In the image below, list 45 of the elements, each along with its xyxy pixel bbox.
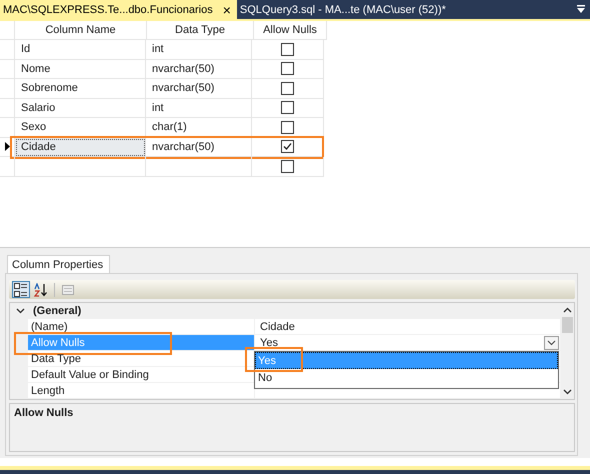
column-header: Column Name — [15, 21, 147, 40]
table-cell[interactable]: Cidade — [15, 138, 146, 157]
table-cell[interactable]: int — [146, 40, 252, 60]
row-header — [0, 21, 15, 40]
scroll-thumb[interactable] — [562, 317, 572, 333]
checkbox[interactable] — [281, 42, 294, 56]
category-label: (General) — [33, 305, 82, 317]
current-row-icon — [4, 142, 10, 152]
checkbox[interactable] — [281, 120, 294, 134]
chevron-icon[interactable] — [16, 308, 25, 314]
table-cell[interactable]: nvarchar(50) — [146, 60, 252, 79]
document-tab[interactable]: SQLQuery3.sql - MA...te (MAC\user (52))* — [236, 0, 452, 19]
table-cell[interactable]: nvarchar(50) — [146, 138, 252, 157]
checkbox[interactable] — [281, 62, 294, 76]
table-cell[interactable]: Salario — [15, 98, 146, 118]
panel-tab[interactable]: Column Properties — [7, 255, 110, 273]
table-cell[interactable]: nvarchar(50) — [146, 79, 252, 98]
checkbox[interactable] — [281, 160, 294, 173]
close-icon[interactable]: × — [222, 2, 231, 18]
table-cell[interactable]: int — [146, 98, 252, 118]
table-cell[interactable]: char(1) — [146, 118, 252, 138]
property-value: Cidade — [260, 320, 295, 332]
document-tab[interactable]: MAC\SQLEXPRESS.Te...dbo.Funcionarios × — [0, 0, 237, 19]
table-cell[interactable]: Nome — [15, 60, 146, 79]
dropdown-icon[interactable] — [576, 5, 586, 14]
checkbox[interactable] — [281, 101, 294, 114]
dropdown-button[interactable] — [544, 336, 559, 350]
scroll-up-icon[interactable] — [562, 307, 572, 313]
dropdown-option[interactable]: No — [255, 369, 558, 386]
scrollbar[interactable] — [560, 303, 574, 399]
categorized-button[interactable] — [12, 281, 30, 298]
table-cell[interactable] — [146, 157, 252, 176]
column-header: Data Type — [147, 21, 254, 40]
checkbox[interactable] — [281, 82, 294, 95]
checkbox[interactable] — [281, 140, 294, 154]
property-value: Yes — [260, 336, 278, 348]
property-name[interactable]: (Name) — [28, 319, 255, 334]
column-header: Allow Nulls — [254, 21, 327, 40]
description-title: Allow Nulls — [14, 407, 74, 419]
table-cell[interactable]: Id — [15, 40, 146, 60]
table-cell[interactable]: Sobrenome — [15, 79, 146, 98]
sort-button[interactable] — [32, 281, 50, 298]
scroll-down-icon[interactable] — [562, 389, 572, 395]
highlight-frame — [245, 347, 303, 372]
table-cell[interactable] — [15, 157, 146, 176]
